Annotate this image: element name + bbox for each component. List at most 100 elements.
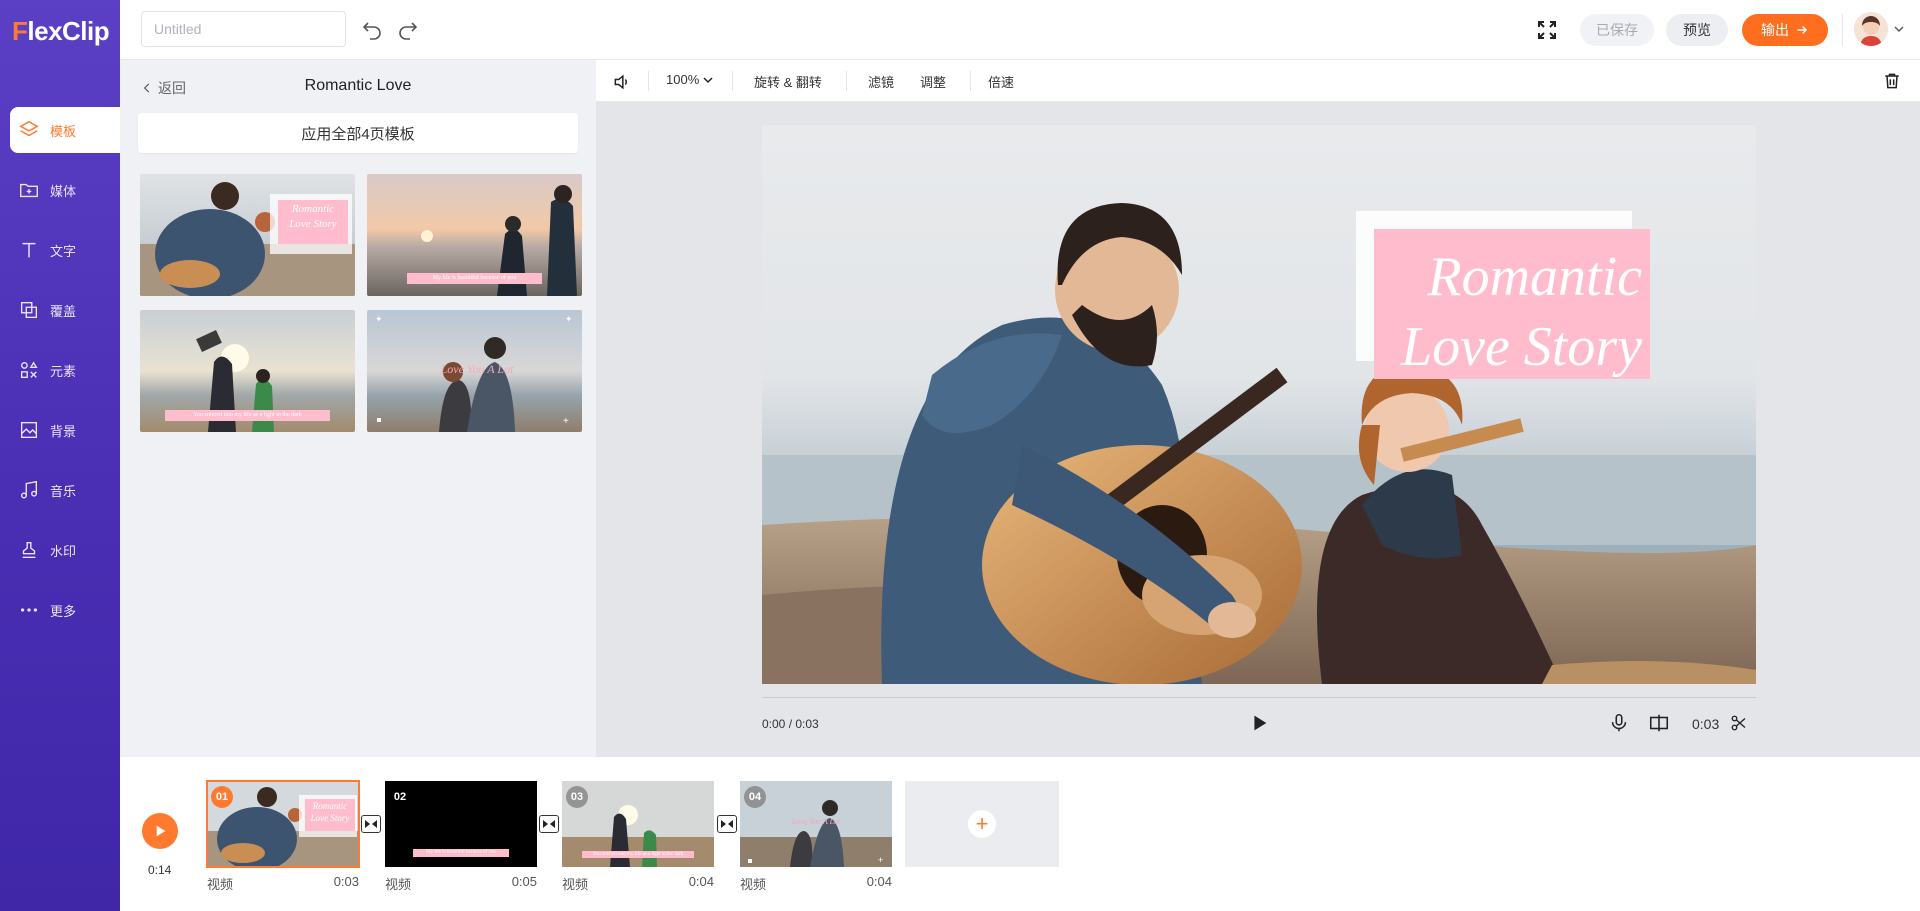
thumb-image [140,174,355,296]
svg-text:✦: ✦ [565,314,573,324]
chevron-down-icon[interactable] [1894,24,1904,34]
svg-text:✦: ✦ [375,314,383,324]
arrow-right-icon [1797,25,1808,35]
back-button[interactable]: 返回 [140,78,186,98]
playback-time: 0:00 / 0:03 [762,717,819,731]
clip-type-label: 视频 [562,877,589,892]
sidebar-item-watermark[interactable]: 水印 [10,527,120,573]
transition-icon [721,820,733,828]
divider [732,71,733,91]
background-icon [20,421,38,439]
clip-thumb-caption: Love You A Lot [791,817,841,826]
trash-icon[interactable] [1882,71,1902,91]
play-icon [156,825,166,837]
thumb-caption: You entered into my life as a light in t… [165,410,330,421]
transition-button-2[interactable] [539,815,559,833]
template-thumb-3[interactable]: You entered into my life as a light in t… [140,310,355,432]
zoom-select[interactable]: 100% [666,72,713,87]
more-icon [20,608,38,612]
overlay-icon [20,301,38,319]
timeline-clip-3[interactable]: You entered into my life as a light in t… [562,781,714,867]
divider [648,71,649,91]
sidebar-item-media[interactable]: 媒体 [10,167,120,213]
divider [970,71,971,91]
microphone-icon[interactable] [1608,712,1630,734]
transition-icon [365,820,377,828]
add-clip-button[interactable]: + [905,781,1059,867]
play-icon[interactable] [1248,712,1270,734]
transition-button-1[interactable] [361,815,381,833]
back-label: 返回 [158,80,186,96]
sidebar-item-label: 水印 [50,543,77,559]
speed-button[interactable]: 倍速 [988,72,1014,91]
video-canvas[interactable]: Romantic Love Story [762,125,1756,684]
avatar[interactable] [1854,12,1888,46]
redo-icon[interactable] [396,18,420,42]
sidebar-item-elements[interactable]: 元素 [10,347,120,393]
canvas-title-line2[interactable]: Love Story [1382,315,1642,379]
clip-number: 01 [211,786,233,808]
sidebar-item-label: 覆盖 [50,303,77,319]
adjust-button[interactable]: 调整 [920,72,946,91]
apply-all-templates-button[interactable]: 应用全部4页模板 [138,113,578,153]
project-title-input[interactable] [141,11,346,47]
panel-title: Romantic Love [304,77,412,94]
top-bar: 已保存 预览 输出 [120,0,1920,60]
filter-button[interactable]: 滤镜 [868,72,894,91]
clip-thumb-caption: Romantic [312,801,348,811]
clip-type-label: 视频 [385,877,412,892]
sidebar-item-more[interactable]: 更多 [10,587,120,633]
split-icon[interactable] [1648,712,1670,734]
clip-duration-label: 0:04 [688,874,714,889]
stamp-icon [22,541,36,559]
editor-area: 100% 旋转 & 翻转 滤镜 调整 倍速 Romantic Love Stor… [596,60,1920,757]
sidebar-item-music[interactable]: 音乐 [10,467,120,513]
clip-thumb-caption: Love Story [310,813,350,823]
layers-icon [19,120,39,137]
undo-icon[interactable] [360,18,384,42]
timeline-clip-1[interactable]: Romantic Love Story 01 [206,780,360,868]
clip-number: 03 [566,786,588,808]
sidebar-item-label: 音乐 [50,483,77,499]
export-button[interactable]: 输出 [1742,14,1828,46]
template-thumb-1[interactable]: Romantic Love Story [140,174,355,296]
sidebar-item-label: 背景 [50,423,77,439]
playback-progress-bar[interactable] [762,697,1756,698]
template-thumb-2[interactable]: My life is beautiful because of you [367,174,582,296]
zoom-value: 100% [666,72,700,87]
flexclip-logo[interactable]: FlexClip [12,16,110,47]
scene-image [762,125,1756,684]
volume-icon[interactable] [612,72,632,92]
thumb-caption: Love You A Lot [440,362,514,376]
template-thumb-4[interactable]: ✦ ✦ + Love You A Lot [367,310,582,432]
timeline-clip-4[interactable]: + Love You A Lot 04 [740,781,892,867]
sidebar-item-overlay[interactable]: 覆盖 [10,287,120,333]
transition-button-3[interactable] [717,815,737,833]
timeline-clip-2[interactable]: My life is beautiful because of you 02 [385,781,537,867]
user-avatar-icon [1854,12,1888,46]
divider [846,71,847,91]
timeline-total-duration: 0:14 [148,863,172,877]
timeline: 0:14 Romantic Love Story 01 视频 0:03 My l… [120,757,1920,911]
export-label: 输出 [1761,22,1789,38]
thumb-caption: Romantic Love Story [289,203,337,230]
canvas-title-line1[interactable]: Romantic [1382,245,1642,309]
sidebar-item-label: 模板 [50,123,77,139]
timeline-play-button[interactable] [142,813,178,849]
fullscreen-icon[interactable] [1535,18,1559,42]
sidebar-item-label: 元素 [50,363,77,379]
rotate-flip-button[interactable]: 旋转 & 翻转 [754,72,822,91]
sidebar-item-text[interactable]: 文字 [10,227,120,273]
preview-button[interactable]: 预览 [1666,14,1728,46]
clip-number: 04 [744,786,766,808]
saved-status-button: 已保存 [1580,14,1654,46]
clip-duration-label: 0:05 [511,874,537,889]
sidebar-item-background[interactable]: 背景 [10,407,120,453]
chevron-left-icon [143,83,150,93]
sidebar-item-label: 文字 [50,243,77,259]
clip-duration[interactable]: 0:03 [1692,716,1719,732]
thumb-caption: My life is beautiful because of you [407,273,542,284]
scissors-icon[interactable] [1730,714,1748,732]
editor-toolbar: 100% 旋转 & 翻转 滤镜 调整 倍速 [596,60,1920,102]
sidebar-item-templates[interactable]: 模板 [10,107,120,153]
